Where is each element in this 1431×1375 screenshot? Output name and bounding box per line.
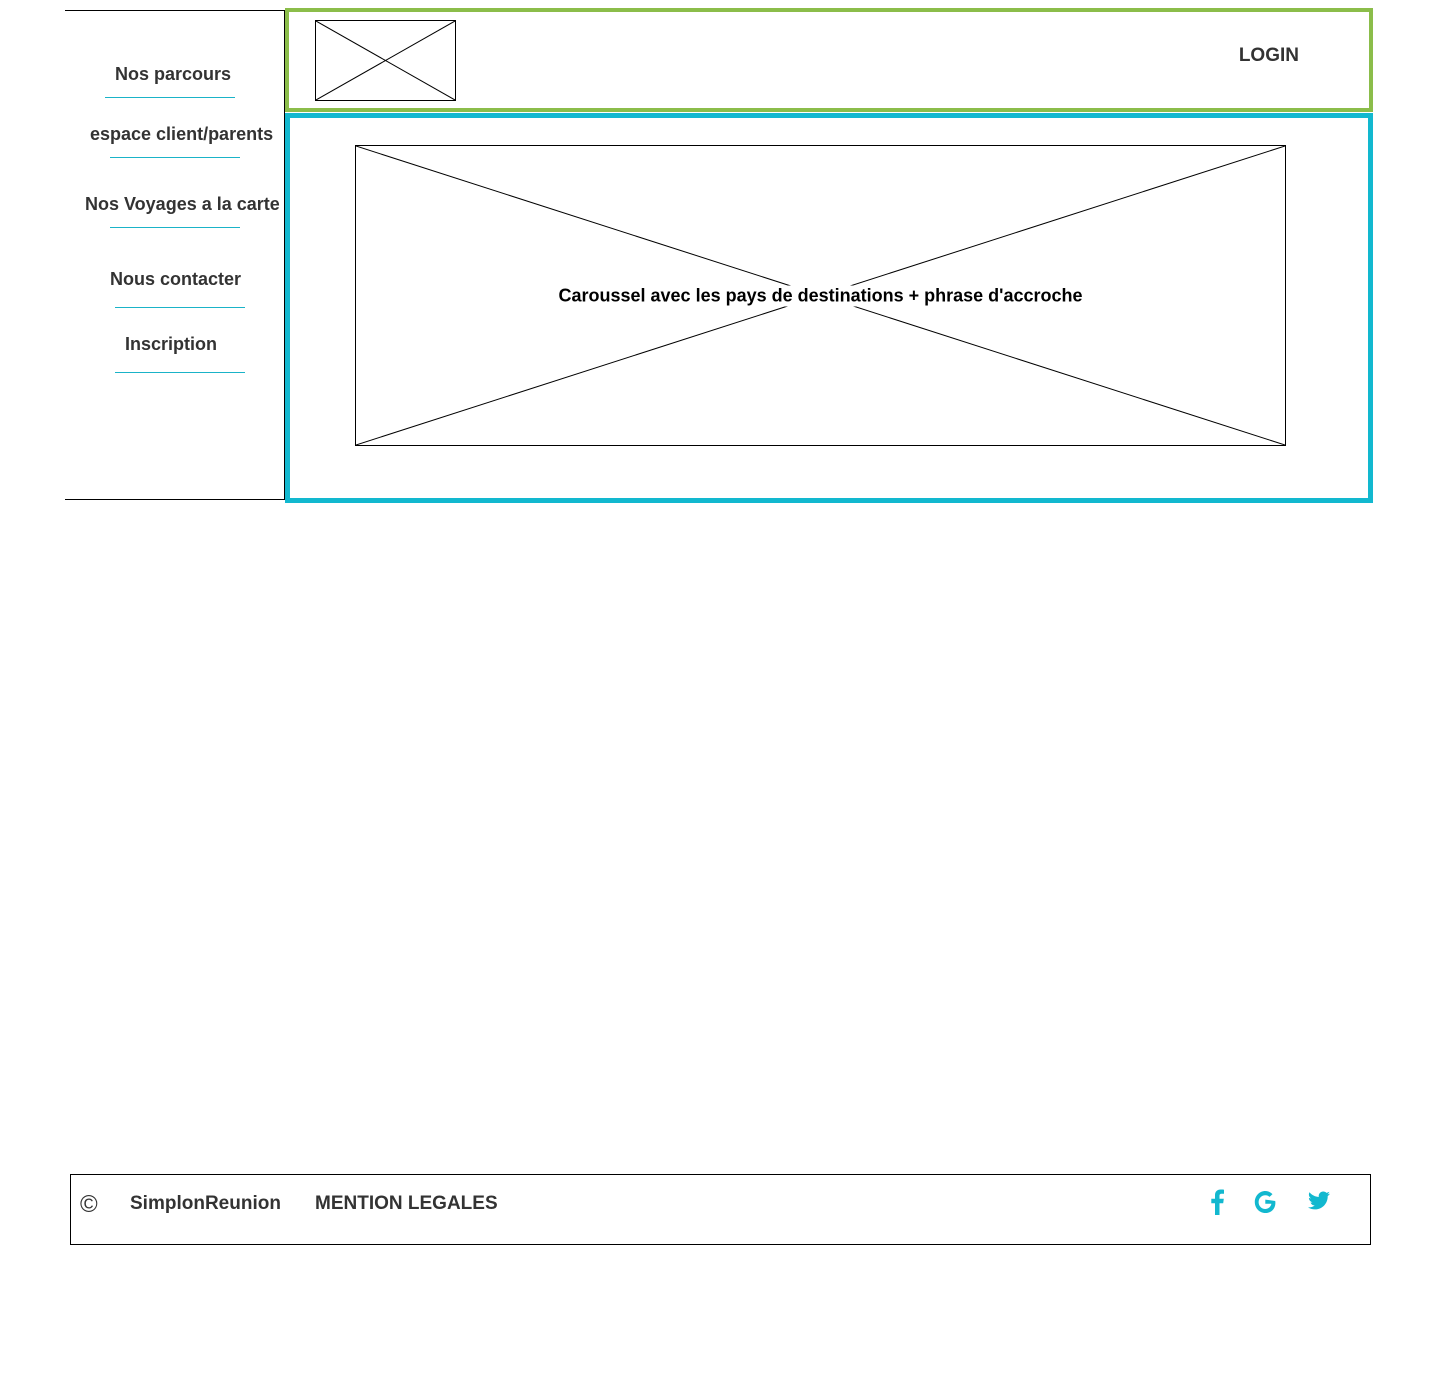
sidebar-nav: Nos parcours espace client/parents Nos V… — [65, 10, 285, 500]
main-content: Caroussel avec les pays de destinations … — [285, 113, 1373, 503]
sidebar-item-nos-parcours[interactable]: Nos parcours — [115, 64, 231, 85]
nav-underline — [105, 97, 235, 98]
sidebar-item-espace-client[interactable]: espace client/parents — [90, 124, 273, 145]
footer: © SimplonReunion MENTION LEGALES — [70, 1174, 1371, 1245]
nav-underline — [115, 307, 245, 308]
sidebar-item-nos-voyages[interactable]: Nos Voyages a la carte — [85, 194, 280, 215]
twitter-icon[interactable] — [1307, 1189, 1331, 1218]
carousel-placeholder[interactable]: Caroussel avec les pays de destinations … — [355, 145, 1286, 446]
sidebar-item-inscription[interactable]: Inscription — [125, 334, 217, 355]
nav-underline — [110, 157, 240, 158]
carousel-caption: Caroussel avec les pays de destinations … — [554, 285, 1087, 306]
legal-mentions-link[interactable]: MENTION LEGALES — [315, 1193, 498, 1215]
logo-placeholder-icon[interactable] — [315, 20, 456, 101]
google-icon[interactable] — [1253, 1189, 1277, 1220]
copyright-icon: © — [80, 1191, 98, 1218]
sidebar-item-nous-contacter[interactable]: Nous contacter — [110, 269, 241, 290]
nav-underline — [115, 372, 245, 373]
nav-underline — [110, 227, 240, 228]
facebook-icon[interactable] — [1209, 1189, 1225, 1220]
footer-brand: SimplonReunion — [130, 1193, 281, 1214]
header: LOGIN — [285, 8, 1373, 112]
login-button[interactable]: LOGIN — [1239, 45, 1299, 67]
